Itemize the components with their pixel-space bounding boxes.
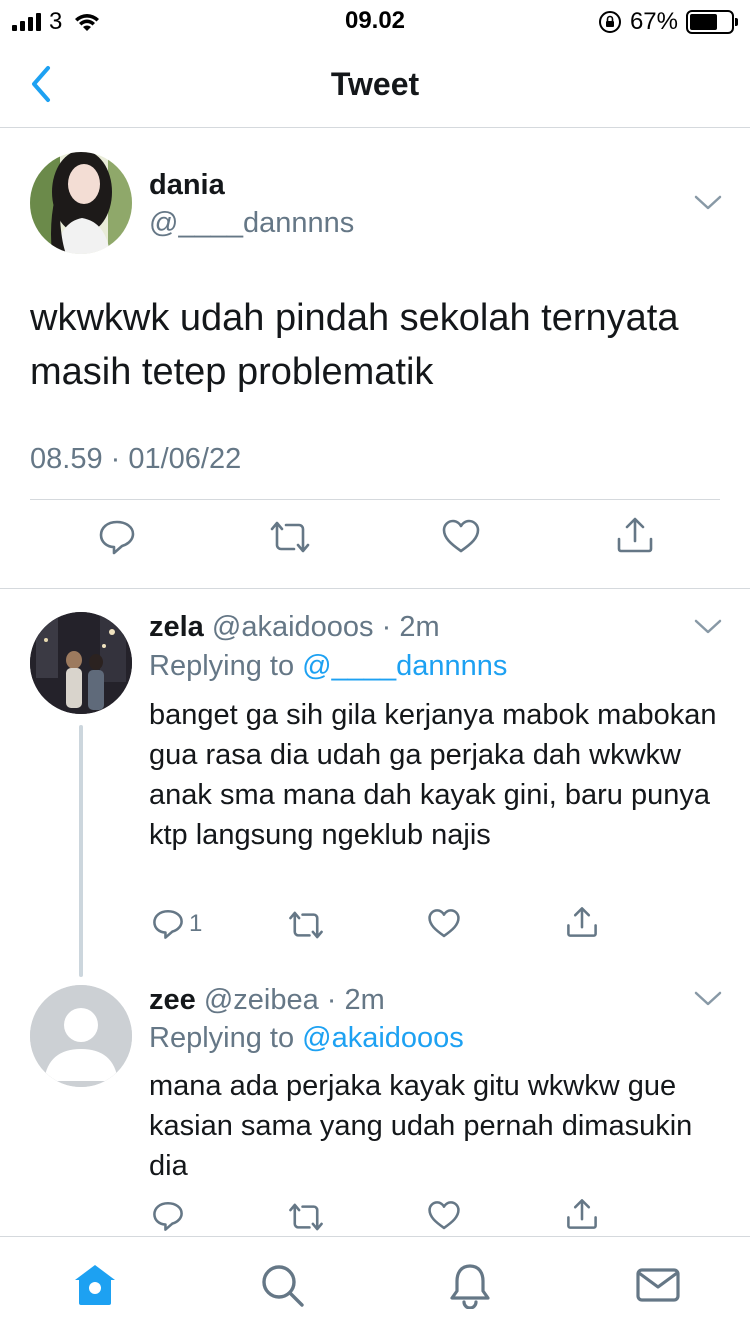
divider bbox=[30, 499, 720, 500]
battery-icon bbox=[686, 10, 738, 34]
tweet-actions bbox=[0, 517, 750, 569]
search-icon[interactable] bbox=[258, 1261, 306, 1309]
author-name[interactable]: dania bbox=[149, 169, 225, 202]
author-name[interactable]: zee bbox=[149, 984, 196, 1016]
reply-text: banget ga sih gila kerjanya mabok maboka… bbox=[149, 699, 717, 851]
share-button[interactable] bbox=[565, 1197, 599, 1231]
notifications-icon[interactable] bbox=[446, 1261, 494, 1309]
share-icon bbox=[567, 1199, 597, 1229]
reply-header: zee @zeibea · 2m bbox=[149, 984, 385, 1017]
reply-button[interactable] bbox=[97, 517, 137, 557]
retweet-button[interactable] bbox=[287, 1201, 325, 1233]
avatar[interactable] bbox=[30, 612, 132, 714]
avatar[interactable] bbox=[30, 152, 132, 254]
like-icon bbox=[428, 909, 460, 938]
share-icon bbox=[567, 907, 597, 937]
main-tweet: dania @____dannnns wkwkwk udah pindah se… bbox=[0, 129, 750, 588]
share-icon bbox=[617, 517, 653, 553]
retweet-button[interactable] bbox=[268, 519, 312, 555]
reply-text: mana ada perjaka kayak gitu wkwkw gue ka… bbox=[149, 1070, 693, 1182]
reply-icon bbox=[153, 1201, 183, 1231]
thread-line bbox=[79, 725, 83, 977]
nav-header: Tweet bbox=[0, 42, 750, 128]
retweet-button[interactable] bbox=[287, 909, 325, 941]
replying-prefix: Replying to bbox=[149, 650, 295, 682]
author-handle[interactable]: @____dannnns bbox=[149, 207, 354, 240]
retweet-icon bbox=[289, 911, 323, 939]
replying-to: Replying to @akaidooos bbox=[149, 1022, 464, 1055]
replying-to-link[interactable]: @akaidooos bbox=[302, 1022, 464, 1054]
replying-prefix: Replying to bbox=[149, 1022, 295, 1054]
chevron-down-icon[interactable] bbox=[694, 195, 722, 211]
like-button[interactable] bbox=[427, 907, 461, 941]
author-handle[interactable]: @zeibea bbox=[204, 984, 319, 1016]
battery-percent: 67% bbox=[629, 8, 678, 35]
avatar[interactable] bbox=[30, 985, 132, 1087]
reply-button[interactable] bbox=[151, 1199, 185, 1233]
chevron-down-icon[interactable] bbox=[694, 991, 722, 1007]
reply-header: zela @akaidooos · 2m bbox=[149, 611, 440, 644]
replying-to-link[interactable]: @____dannnns bbox=[302, 650, 507, 682]
tweet-text: wkwkwk udah pindah sekolah ternyata masi… bbox=[30, 297, 679, 393]
share-button[interactable] bbox=[615, 515, 655, 555]
reply-time: · 2m bbox=[381, 611, 440, 643]
reply-tweet[interactable]: zee @zeibea · 2m Replying to @akaidooos … bbox=[0, 979, 750, 1236]
reply-icon bbox=[153, 909, 183, 939]
page-title: Tweet bbox=[330, 66, 420, 102]
chevron-down-icon[interactable] bbox=[694, 619, 722, 635]
reply-count: 1 bbox=[189, 910, 203, 937]
replying-to: Replying to @____dannnns bbox=[149, 650, 507, 683]
messages-icon[interactable] bbox=[634, 1261, 682, 1309]
home-icon[interactable] bbox=[71, 1261, 119, 1309]
share-button[interactable] bbox=[565, 905, 599, 939]
status-bar: 3 09.02 67% bbox=[0, 0, 750, 42]
tab-bar bbox=[0, 1236, 750, 1334]
reply-icon bbox=[99, 520, 135, 555]
reply-button[interactable]: 1 bbox=[151, 907, 202, 941]
author-name[interactable]: zela bbox=[149, 611, 204, 643]
tweet-timestamp[interactable]: 08.59 · 01/06/22 bbox=[30, 443, 241, 476]
author-handle[interactable]: @akaidooos bbox=[212, 611, 374, 643]
status-right: 67% bbox=[598, 8, 738, 36]
like-icon bbox=[442, 519, 480, 553]
like-button[interactable] bbox=[427, 1199, 461, 1233]
battery-level bbox=[690, 14, 717, 30]
retweet-icon bbox=[270, 521, 310, 553]
reply-time: · 2m bbox=[326, 984, 385, 1016]
orientation-lock-icon bbox=[598, 11, 621, 33]
reply-tweet[interactable]: zela @akaidooos · 2m Replying to @____da… bbox=[0, 589, 750, 979]
like-icon bbox=[428, 1201, 460, 1230]
like-button[interactable] bbox=[441, 517, 481, 557]
retweet-icon bbox=[289, 1203, 323, 1231]
